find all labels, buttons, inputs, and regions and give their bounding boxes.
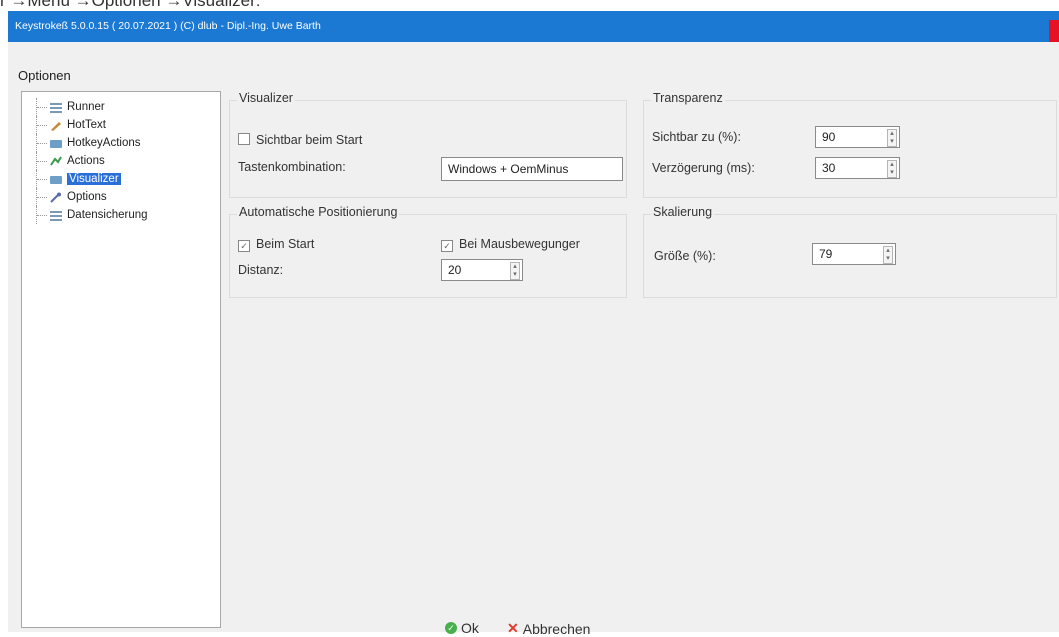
tree-item-datensicherung[interactable]: Datensicherung xyxy=(22,206,148,224)
cross-icon: ✕ xyxy=(507,620,519,636)
document-caption: r →Menü →Optionen →Visualizer: xyxy=(0,0,261,10)
distance-stepper[interactable]: 20 ▴ ▾ xyxy=(441,259,523,281)
delay-value: 30 xyxy=(822,161,836,175)
tree-connector xyxy=(36,116,49,134)
spin-arrows-icon[interactable]: ▴ ▾ xyxy=(510,262,520,280)
key-combo-label: Tastenkombination: xyxy=(238,160,346,174)
on-mouse-move-checkbox[interactable]: ✓ Bei Mausbewegunger xyxy=(441,237,580,252)
cancel-button[interactable]: ✕ Abbrechen xyxy=(507,620,590,637)
scaling-group: Skalierung Größe (%): 79 ▴ ▾ xyxy=(643,205,1057,298)
delay-label: Verzögerung (ms): xyxy=(652,161,755,175)
size-percent-label: Größe (%): xyxy=(654,249,716,263)
tree-connector xyxy=(36,206,49,224)
tree-item-visualizer[interactable]: Visualizer xyxy=(22,170,121,188)
wrench-icon xyxy=(49,191,63,203)
tree-item-hotkeyactions[interactable]: HotkeyActions xyxy=(22,134,141,152)
close-button[interactable] xyxy=(1049,20,1059,42)
on-mouse-move-label: Bei Mausbewegunger xyxy=(459,237,580,251)
visible-percent-value: 90 xyxy=(822,130,836,144)
distance-value: 20 xyxy=(448,263,462,277)
tree-connector xyxy=(36,188,49,206)
visible-percent-label: Sichtbar zu (%): xyxy=(652,130,741,144)
tree-item-label: HotkeyActions xyxy=(67,137,141,149)
visualizer-group: Visualizer Sichtbar beim Start Tastenkom… xyxy=(229,91,627,198)
window-title: Keystrokeß 5.0.0.15 ( 20.07.2021 ) (C) d… xyxy=(15,20,321,32)
key-combo-input[interactable]: Windows + OemMinus xyxy=(441,157,623,181)
transparency-group: Transparenz Sichtbar zu (%): 90 ▴ ▾ Verzög… xyxy=(643,91,1057,198)
tree-item-label: Runner xyxy=(67,101,105,113)
list-icon xyxy=(49,101,63,113)
ok-button-label: Ok xyxy=(461,620,479,636)
size-percent-stepper[interactable]: 79 ▴ ▾ xyxy=(812,243,896,265)
options-tree[interactable]: Runner HotText HotkeyActions Actions Vis… xyxy=(21,91,221,628)
tree-connector xyxy=(36,170,49,188)
spin-arrows-icon[interactable]: ▴ ▾ xyxy=(887,160,897,178)
tree-item-label: Actions xyxy=(67,155,105,167)
tree-item-actions[interactable]: Actions xyxy=(22,152,105,170)
show-on-start-label: Sichtbar beim Start xyxy=(256,133,363,147)
on-start-checkbox[interactable]: ✓ Beim Start xyxy=(238,237,314,252)
pen-icon xyxy=(49,119,63,131)
tree-item-options[interactable]: Options xyxy=(22,188,107,206)
transparency-group-title: Transparenz xyxy=(651,91,725,105)
visualizer-group-title: Visualizer xyxy=(237,91,295,105)
auto-positioning-group: Automatische Positionierung ✓ Beim Start … xyxy=(229,205,627,298)
show-on-start-checkbox[interactable]: Sichtbar beim Start xyxy=(238,133,362,147)
tree-item-label-selected: Visualizer xyxy=(67,173,121,185)
size-percent-value: 79 xyxy=(819,247,833,261)
tree-item-label: Options xyxy=(67,191,107,203)
cancel-button-label: Abbrechen xyxy=(522,620,591,637)
tree-connector xyxy=(36,152,49,170)
tree-item-label: Datensicherung xyxy=(67,209,148,221)
check-icon: ✓ xyxy=(445,622,457,634)
options-window: Keystrokeß 5.0.0.15 ( 20.07.2021 ) (C) d… xyxy=(8,11,1059,637)
distance-label: Distanz: xyxy=(238,263,284,277)
tree-connector xyxy=(36,98,49,116)
keyboard-icon xyxy=(49,137,63,149)
checkbox-checked[interactable]: ✓ xyxy=(238,240,250,252)
tree-connector xyxy=(36,134,49,152)
ok-button[interactable]: ✓ Ok xyxy=(445,620,479,636)
spin-arrows-icon[interactable]: ▴ ▾ xyxy=(883,246,893,264)
list-icon xyxy=(49,209,63,221)
visible-percent-stepper[interactable]: 90 ▴ ▾ xyxy=(815,126,900,148)
tree-item-label: HotText xyxy=(67,119,106,131)
checkbox-box[interactable] xyxy=(238,133,250,145)
on-start-label: Beim Start xyxy=(256,237,315,251)
auto-positioning-group-title: Automatische Positionierung xyxy=(237,205,400,219)
delay-stepper[interactable]: 30 ▴ ▾ xyxy=(815,157,900,179)
tree-item-hottext[interactable]: HotText xyxy=(22,116,106,134)
checkbox-checked[interactable]: ✓ xyxy=(441,240,453,252)
visualizer-icon xyxy=(49,173,63,185)
options-group-title: Optionen xyxy=(18,68,71,83)
spin-arrows-icon[interactable]: ▴ ▾ xyxy=(887,129,897,147)
tree-item-runner[interactable]: Runner xyxy=(22,98,105,116)
actions-icon xyxy=(49,155,63,167)
title-bar[interactable]: Keystrokeß 5.0.0.15 ( 20.07.2021 ) (C) d… xyxy=(8,11,1059,42)
scaling-group-title: Skalierung xyxy=(651,205,715,219)
